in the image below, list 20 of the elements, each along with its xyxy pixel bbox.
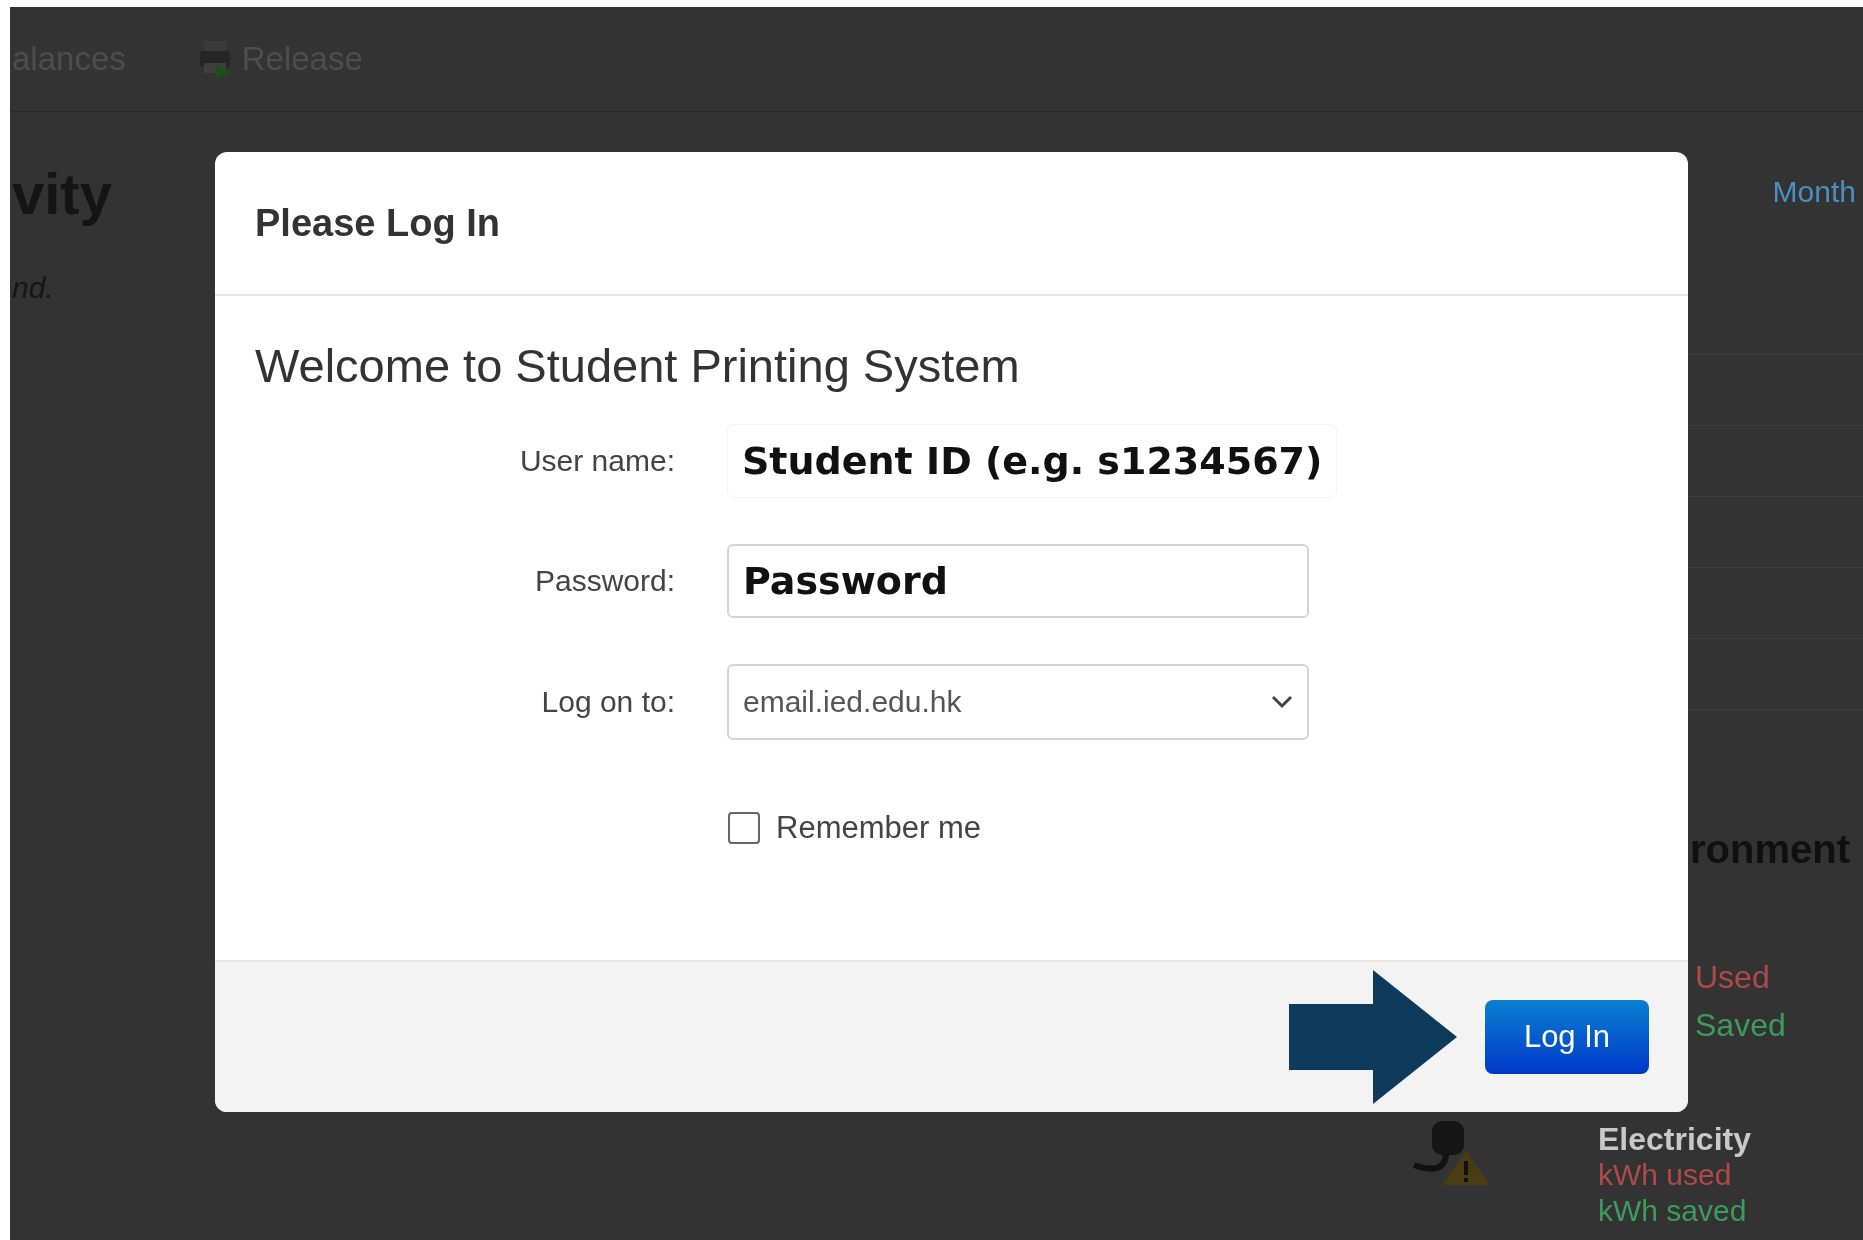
- dialog-title: Please Log In: [255, 201, 500, 245]
- printer-icon: [197, 39, 234, 79]
- electricity-stat: kWh used: [1598, 1157, 1733, 1193]
- username-field[interactable]: Student ID (e.g. s1234567): [727, 424, 1337, 498]
- field-label: Log on to:: [540, 685, 675, 719]
- legend-label: Used: [1695, 958, 1771, 997]
- field-label: Password:: [533, 564, 675, 598]
- chevron-icon: [1271, 695, 1293, 709]
- welcome-heading: Welcome to Student Printing System: [255, 338, 1021, 394]
- legend-label: Saved: [1695, 1006, 1787, 1045]
- plug-warning-icon: [1410, 1121, 1492, 1187]
- electricity-stat: kWh saved: [1598, 1193, 1748, 1229]
- password-field[interactable]: Password: [727, 544, 1309, 618]
- field-label: User name:: [518, 444, 675, 478]
- arrow-icon: [1289, 970, 1457, 1104]
- log-on-dropdown[interactable]: email.ied.edu.hk: [727, 664, 1309, 740]
- remember-label[interactable]: Remember me: [776, 810, 981, 846]
- remember-checkbox[interactable]: [728, 812, 760, 844]
- electricity-title: Electricity: [1598, 1121, 1751, 1157]
- login-button[interactable]: Log In: [1485, 1000, 1649, 1074]
